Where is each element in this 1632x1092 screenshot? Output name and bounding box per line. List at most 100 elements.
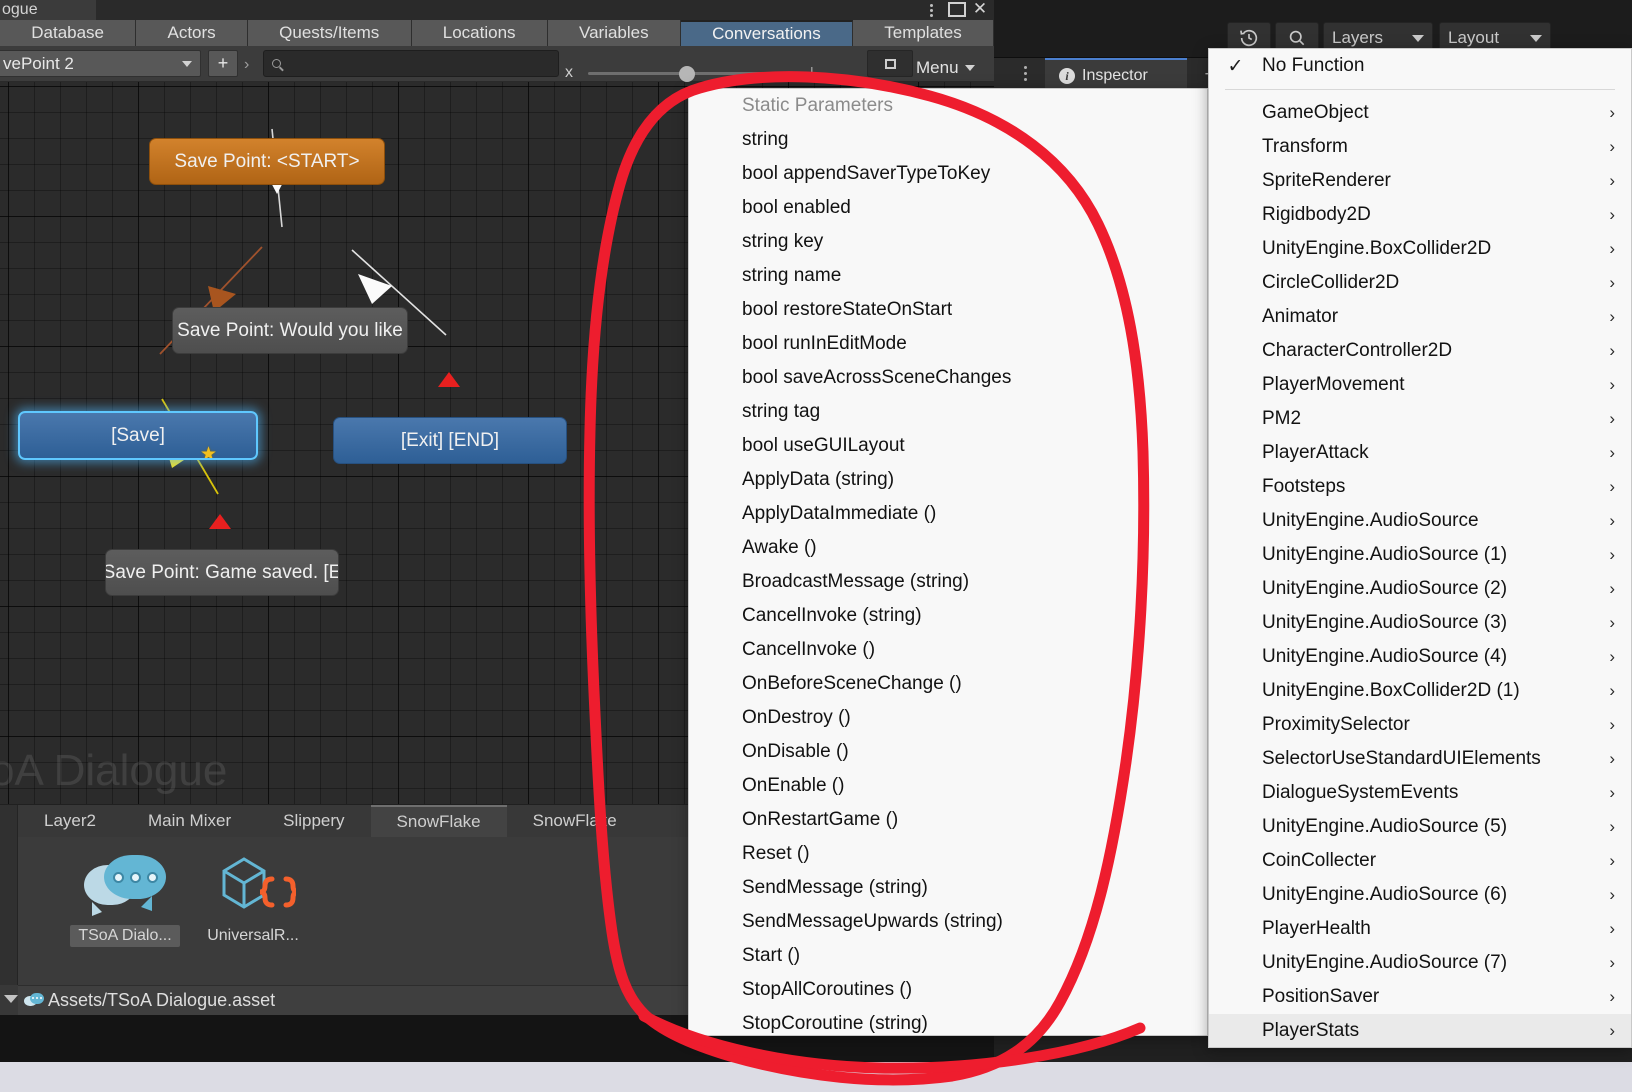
tab-templates[interactable]: Templates <box>853 20 994 46</box>
menu-item-component[interactable]: DialogueSystemEvents › <box>1209 776 1631 810</box>
menu-item-param[interactable]: SendMessageUpwards (string) <box>689 905 1207 939</box>
menu-item-component[interactable]: UnityEngine.BoxCollider2D › <box>1209 232 1631 266</box>
menu-item-param[interactable]: bool saveAcrossSceneChanges <box>689 361 1207 395</box>
menu-item-param[interactable]: OnDisable () <box>689 735 1207 769</box>
menu-item-component[interactable]: UnityEngine.AudioSource › <box>1209 504 1631 538</box>
dialogue-window-title[interactable]: ogue <box>0 0 96 20</box>
project-tab-2[interactable]: Slippery <box>257 805 370 837</box>
project-tab-1[interactable]: Main Mixer <box>122 805 257 837</box>
menu-item-param[interactable]: StopCoroutine (string) <box>689 1007 1207 1035</box>
menu-item-component[interactable]: PositionSaver › <box>1209 980 1631 1014</box>
node-start[interactable]: Save Point: <START> <box>149 138 385 185</box>
conversation-menu-button[interactable]: Menu <box>916 58 975 78</box>
menu-item-component[interactable]: SpriteRenderer › <box>1209 164 1631 198</box>
menu-item-component[interactable]: Footsteps › <box>1209 470 1631 504</box>
asset-universal-rp[interactable]: UniversalR... <box>198 853 308 985</box>
menu-item-param[interactable]: bool enabled <box>689 191 1207 225</box>
menu-item-component[interactable]: GameObject › <box>1209 96 1631 130</box>
menu-item-param[interactable]: string <box>689 123 1207 157</box>
menu-item-param[interactable]: ApplyDataImmediate () <box>689 497 1207 531</box>
menu-item-no-function[interactable]: ✓ No Function <box>1209 49 1631 83</box>
tab-inspector[interactable]: i Inspector <box>1045 58 1187 92</box>
menu-item-param[interactable]: OnEnable () <box>689 769 1207 803</box>
menu-item-component[interactable]: CharacterController2D › <box>1209 334 1631 368</box>
node-npc-would-you-like[interactable]: Save Point: Would you like <box>172 307 408 354</box>
menu-item-param[interactable]: Reset () <box>689 837 1207 871</box>
tab-quests-items[interactable]: Quests/Items <box>247 20 412 46</box>
menu-item-param[interactable]: Awake () <box>689 531 1207 565</box>
static-parameters-menu[interactable]: Static Parameters string bool appendSaver… <box>688 88 1208 1036</box>
menu-item-component[interactable]: UnityEngine.AudioSource (5) › <box>1209 810 1631 844</box>
zoom-slider-handle[interactable] <box>679 66 695 82</box>
tab-variables[interactable]: Variables <box>547 20 681 46</box>
menu-item-component[interactable]: UnityEngine.AudioSource (6) › <box>1209 878 1631 912</box>
menu-item-component[interactable]: UnityEngine.AudioSource (3) › <box>1209 606 1631 640</box>
menu-item-param[interactable]: string key <box>689 225 1207 259</box>
menu-item-component[interactable]: Transform › <box>1209 130 1631 164</box>
menu-item-param[interactable]: CancelInvoke () <box>689 633 1207 667</box>
menu-item-param[interactable]: BroadcastMessage (string) <box>689 565 1207 599</box>
menu-item-label: PlayerHealth <box>1262 918 1371 939</box>
menu-item-component[interactable]: CircleCollider2D › <box>1209 266 1631 300</box>
menu-item-param[interactable]: SendMessage (string) <box>689 871 1207 905</box>
project-tab-4[interactable]: SnowFlake <box>507 805 643 837</box>
menu-item-param[interactable]: string tag <box>689 395 1207 429</box>
node-player-exit[interactable]: [Exit] [END] <box>333 417 567 464</box>
menu-item-param[interactable]: bool appendSaverTypeToKey <box>689 157 1207 191</box>
project-tab-3[interactable]: SnowFlake <box>370 805 507 837</box>
menu-item-label: Transform <box>1262 136 1348 157</box>
menu-item-param[interactable]: OnRestartGame () <box>689 803 1207 837</box>
menu-item-param[interactable]: OnBeforeSceneChange () <box>689 667 1207 701</box>
menu-item-param[interactable]: bool runInEditMode <box>689 327 1207 361</box>
chevron-right-icon: › <box>1609 477 1615 496</box>
project-sidebar[interactable] <box>0 805 18 985</box>
menu-item-component[interactable]: UnityEngine.AudioSource (2) › <box>1209 572 1631 606</box>
window-kebab-icon[interactable] <box>925 0 937 20</box>
menu-item-label: PlayerAttack <box>1262 442 1369 463</box>
add-conversation-button[interactable]: + <box>208 50 238 77</box>
conversation-search-input[interactable] <box>263 50 559 77</box>
menu-item-component[interactable]: ProximitySelector › <box>1209 708 1631 742</box>
chevron-right-icon: › <box>1609 307 1615 326</box>
menu-item-component[interactable]: UnityEngine.BoxCollider2D (1) › <box>1209 674 1631 708</box>
menu-item-component[interactable]: Animator › <box>1209 300 1631 334</box>
menu-item-param[interactable]: bool restoreStateOnStart <box>689 293 1207 327</box>
expand-caret-icon[interactable] <box>4 995 18 1003</box>
menu-item-component[interactable]: PM2 › <box>1209 402 1631 436</box>
menu-item-param[interactable]: bool useGUILayout <box>689 429 1207 463</box>
menu-item-component[interactable]: CoinCollecter › <box>1209 844 1631 878</box>
dock-kebab-icon[interactable] <box>1016 62 1034 84</box>
close-icon[interactable]: ✕ <box>972 0 988 18</box>
menu-item-component[interactable]: Rigidbody2D › <box>1209 198 1631 232</box>
menu-item-component[interactable]: PlayerMovement › <box>1209 368 1631 402</box>
tab-actors[interactable]: Actors <box>136 20 248 46</box>
menu-item-param[interactable]: StopAllCoroutines () <box>689 973 1207 1007</box>
menu-item-param[interactable]: string name <box>689 259 1207 293</box>
menu-item-param[interactable]: ApplyData (string) <box>689 463 1207 497</box>
tab-locations[interactable]: Locations <box>411 20 548 46</box>
menu-item-component[interactable]: UnityEngine.AudioSource (1) › <box>1209 538 1631 572</box>
menu-item-component[interactable]: PlayerAttack › <box>1209 436 1631 470</box>
menu-item-label: Animator <box>1262 306 1339 327</box>
info-icon: i <box>1059 68 1075 84</box>
function-selector-menu[interactable]: ✓ No Function GameObject › Transform › Sprit… <box>1208 48 1632 1048</box>
zoom-slider-track[interactable] <box>588 72 810 75</box>
menu-item-label: UnityEngine.AudioSource (2) <box>1262 578 1508 599</box>
asset-tsoa-dialogue[interactable]: TSoA Dialo... <box>70 853 180 985</box>
menu-item-param[interactable]: Start () <box>689 939 1207 973</box>
menu-item-component[interactable]: SelectorUseStandardUIElements › <box>1209 742 1631 776</box>
zoom-reset-button[interactable] <box>867 50 913 77</box>
node-player-save[interactable]: [Save] ★ <box>18 411 258 460</box>
node-npc-game-saved[interactable]: Save Point: Game saved. [E <box>105 549 339 596</box>
menu-item-component[interactable]: PlayerHealth › <box>1209 912 1631 946</box>
tab-conversations[interactable]: Conversations <box>680 20 853 46</box>
menu-item-component[interactable]: UnityEngine.AudioSource (4) › <box>1209 640 1631 674</box>
menu-item-component[interactable]: PlayerStats › <box>1209 1014 1631 1047</box>
tab-database[interactable]: Database <box>0 20 137 46</box>
menu-item-component[interactable]: UnityEngine.AudioSource (7) › <box>1209 946 1631 980</box>
conversation-select[interactable]: vePoint 2 <box>0 50 201 77</box>
menu-item-param[interactable]: CancelInvoke (string) <box>689 599 1207 633</box>
menu-item-param[interactable]: OnDestroy () <box>689 701 1207 735</box>
maximize-icon[interactable] <box>948 2 966 17</box>
project-tab-0[interactable]: Layer2 <box>18 805 122 837</box>
